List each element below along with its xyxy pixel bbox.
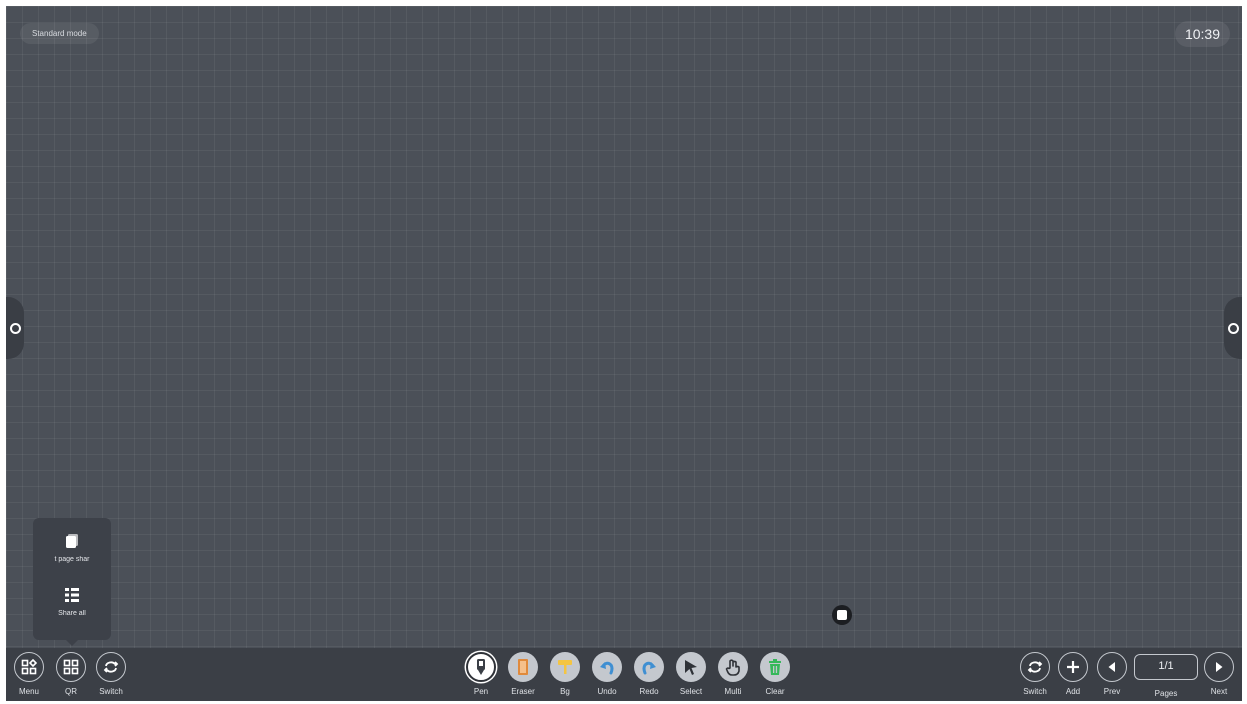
next-page-button[interactable]: Next [1194, 652, 1242, 696]
select-cursor-icon [685, 660, 697, 675]
switch-left-button[interactable]: Switch [86, 652, 136, 696]
settings-gear-icon [9, 322, 21, 334]
clock: 10:39 [1174, 21, 1230, 47]
next-label: Next [1210, 687, 1228, 696]
switch-icon [103, 661, 119, 673]
add-page-icon [1067, 661, 1079, 673]
prev-label: Prev [1103, 687, 1121, 696]
switch-label: Switch [99, 687, 123, 696]
prev-page-button[interactable]: Prev [1087, 652, 1137, 696]
redo-icon [642, 661, 656, 675]
switch-icon [1027, 661, 1043, 673]
multi-touch-hand-icon [725, 659, 740, 676]
pages-label: Pages [1154, 689, 1178, 698]
whiteboard-canvas[interactable]: Standard mode 10:39 t page shar Share al… [6, 6, 1242, 701]
menu-grid-icon [21, 659, 37, 675]
pen-icon [477, 659, 485, 675]
share-all-label: Share all [58, 610, 86, 617]
mode-indicator[interactable]: Standard mode [20, 23, 99, 44]
clear-label: Clear [765, 687, 785, 696]
settings-gear-icon [1227, 322, 1239, 334]
right-side-menu-handle[interactable] [1224, 297, 1242, 359]
share-current-page-item[interactable]: t page shar [33, 532, 111, 563]
qr-code-icon [63, 659, 79, 675]
copy-pages-icon [66, 534, 78, 548]
clear-button[interactable]: Clear [750, 652, 800, 696]
share-current-page-label: t page shar [54, 556, 90, 563]
next-page-icon [1216, 662, 1223, 672]
share-all-item[interactable]: Share all [33, 586, 111, 617]
trash-clear-icon [769, 659, 781, 675]
eraser-icon [518, 659, 528, 675]
page-indicator[interactable]: 1/1 [1134, 654, 1198, 680]
bottom-toolbar: Menu QR Switch Pen Eraser Bg Undo Redo S… [6, 648, 1242, 701]
share-popup: t page shar Share all [33, 518, 111, 646]
undo-icon [600, 661, 614, 675]
left-side-menu-handle[interactable] [6, 297, 24, 359]
record-stop-button[interactable] [832, 605, 852, 625]
background-roller-icon [558, 660, 572, 674]
prev-page-icon [1108, 662, 1115, 672]
stop-square-icon [837, 610, 847, 620]
share-all-icon [65, 588, 79, 602]
